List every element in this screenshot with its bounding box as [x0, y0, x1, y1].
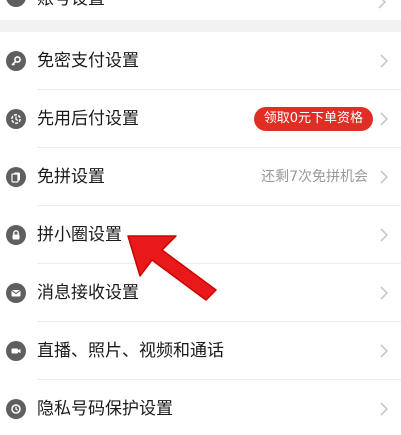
row-label: 消息接收设置 — [37, 283, 139, 303]
chevron-right-icon — [380, 54, 389, 68]
row-label: 免拼设置 — [37, 167, 105, 187]
section-divider — [0, 20, 401, 32]
phone-shield-icon — [6, 399, 26, 419]
chevron-right-icon — [380, 170, 389, 184]
row-label: 先用后付设置 — [37, 109, 139, 129]
video-icon — [6, 341, 26, 361]
settings-row-message-receive[interactable]: 消息接收设置 — [0, 264, 401, 322]
promo-badge[interactable]: 领取0元下单资格 — [253, 107, 373, 131]
group-free-icon — [6, 167, 26, 187]
row-label: 免密支付设置 — [37, 51, 139, 71]
pay-later-icon — [6, 109, 26, 129]
settings-row-group-circle[interactable]: 拼小圈设置 — [0, 206, 401, 264]
chevron-right-icon — [380, 344, 389, 358]
settings-row-privacy-number[interactable]: 隐私号码保护设置 — [0, 380, 401, 435]
settings-row-live-photo-video-call[interactable]: 直播、照片、视频和通话 — [0, 322, 401, 380]
chevron-right-icon — [380, 402, 389, 416]
remaining-count-hint: 还剩7次免拼机会 — [261, 169, 368, 185]
chevron-right-icon — [380, 112, 389, 126]
row-label: 直播、照片、视频和通话 — [37, 341, 224, 361]
settings-icon — [6, 0, 26, 7]
row-label: 拼小圈设置 — [37, 225, 122, 245]
key-icon — [6, 51, 26, 71]
settings-row-group-free[interactable]: 免拼设置 还剩7次免拼机会 — [0, 148, 401, 206]
settings-row-partial[interactable]: 账号设置 — [0, 0, 401, 20]
settings-row-password-free-payment[interactable]: 免密支付设置 — [0, 32, 401, 90]
chevron-right-icon — [378, 0, 387, 9]
settings-row-pay-later[interactable]: 先用后付设置 领取0元下单资格 — [0, 90, 401, 148]
row-label: 隐私号码保护设置 — [37, 399, 173, 419]
settings-list: 免密支付设置 先用后付设置 领取0元下单资格 免拼设置 还剩7次免拼机会 拼小圈… — [0, 32, 401, 435]
lock-icon — [6, 225, 26, 245]
chevron-right-icon — [380, 228, 389, 242]
chevron-right-icon — [380, 286, 389, 300]
settings-row-label: 账号设置 — [37, 0, 105, 9]
mail-icon — [6, 283, 26, 303]
